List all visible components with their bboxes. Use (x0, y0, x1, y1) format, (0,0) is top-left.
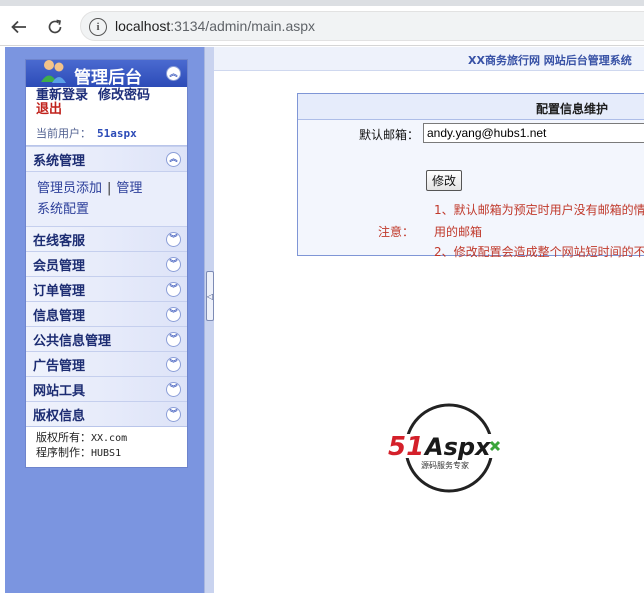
chevron-down-icon[interactable]: ︾ (166, 281, 181, 297)
svg-text:51: 51 (388, 432, 424, 462)
section-system[interactable]: 系统管理 ︽ (26, 146, 187, 171)
reload-icon (48, 19, 62, 34)
chevron-down-icon[interactable]: ︾ (166, 381, 181, 397)
section-label: 系统管理 (33, 153, 86, 169)
section-label: 公共信息管理 (33, 333, 112, 349)
frame-splitter[interactable]: ◁ (204, 47, 214, 593)
system-config-link[interactable]: 系统配置 (37, 202, 89, 217)
current-user-name: 51aspx (97, 127, 137, 140)
chevron-down-icon[interactable]: ︾ (166, 231, 181, 247)
chevron-down-icon[interactable]: ︾ (166, 356, 181, 372)
copyright-box: 版权所有：XX.com 程序制作：HUBS1 (26, 426, 187, 467)
url-host: localhost (115, 18, 171, 34)
section-info[interactable]: 信息管理 ︾ (26, 301, 187, 326)
back-button[interactable] (6, 14, 32, 40)
collapse-sidebar-handle[interactable]: ◁ (206, 271, 214, 321)
section-public-info[interactable]: 公共信息管理 ︾ (26, 326, 187, 351)
copyright-owner: XX.com (91, 433, 128, 444)
svg-text:源码服务专家: 源码服务专家 (421, 460, 469, 470)
section-members[interactable]: 会员管理 ︾ (26, 251, 187, 276)
copyright-maker: HUBS1 (91, 448, 122, 459)
chevron-down-icon[interactable]: ︾ (166, 406, 181, 422)
section-ads[interactable]: 广告管理 ︾ (26, 351, 187, 376)
default-email-input[interactable] (423, 123, 644, 143)
51aspx-logo: 51 Aspx 源码服务专家 (387, 403, 513, 493)
main-frame: XX商务旅行网 网站后台管理系统 配置信息维护 默认邮箱： 修改 注意： 1、默… (214, 47, 644, 593)
change-password-link[interactable]: 修改密码 (98, 88, 150, 103)
browser-toolbar: i localhost:3134/admin/main.aspx (0, 6, 644, 46)
section-orders[interactable]: 订单管理 ︾ (26, 276, 187, 301)
chevron-down-icon[interactable]: ︾ (166, 306, 181, 322)
admin-add-link[interactable]: 管理员添加 (37, 181, 102, 196)
note-label: 注意： (378, 225, 415, 239)
section-label: 广告管理 (33, 358, 86, 374)
config-form: 默认邮箱： 修改 注意： 1、默认邮箱为预定时用户没有邮箱的情 用的邮箱 2、修… (298, 120, 644, 259)
chevron-down-icon[interactable]: ︾ (166, 331, 181, 347)
site-info-icon[interactable]: i (89, 18, 107, 36)
link-separator: | (107, 181, 112, 196)
section-label: 版权信息 (33, 408, 86, 424)
section-label: 会员管理 (33, 258, 86, 274)
reload-button[interactable] (42, 14, 68, 40)
note-line: 1、默认邮箱为预定时用户没有邮箱的情 (434, 203, 644, 217)
admin-users-icon (41, 60, 66, 83)
url-path: :3134/admin/main.aspx (170, 18, 316, 34)
user-box: 重新登录 修改密码 退出 当前用户： 51aspx (26, 87, 187, 146)
relogin-link[interactable]: 重新登录 (36, 88, 88, 103)
admin-menu: 管理后台 ︽ 重新登录 修改密码 退出 当前用户： 51aspx 系统管理 ︽ 管理… (25, 59, 188, 468)
menu-header: 管理后台 ︽ (26, 60, 187, 88)
config-panel-header: 配置信息维护 (298, 94, 644, 120)
back-arrow-icon (11, 20, 26, 34)
svg-text:Aspx: Aspx (423, 433, 492, 461)
copyright-maker-label: 程序制作： (36, 446, 91, 459)
section-label: 订单管理 (33, 283, 86, 299)
copyright-owner-label: 版权所有： (36, 431, 91, 444)
section-label: 在线客服 (33, 233, 86, 249)
menu-collapse-icon[interactable]: ︽ (166, 66, 181, 81)
section-copyright[interactable]: 版权信息 ︾ (26, 401, 187, 426)
note-line: 用的邮箱 (434, 225, 483, 239)
section-label: 网站工具 (33, 383, 86, 399)
page-content: 管理后台 ︽ 重新登录 修改密码 退出 当前用户： 51aspx 系统管理 ︽ 管理… (0, 47, 644, 593)
section-online-service[interactable]: 在线客服 ︾ (26, 226, 187, 251)
section-site-tools[interactable]: 网站工具 ︾ (26, 376, 187, 401)
config-panel-title: 配置信息维护 (536, 102, 609, 116)
chevron-down-icon[interactable]: ︾ (166, 256, 181, 272)
main-header: XX商务旅行网 网站后台管理系统 (214, 47, 644, 71)
sidebar-frame: 管理后台 ︽ 重新登录 修改密码 退出 当前用户： 51aspx 系统管理 ︽ 管理… (5, 47, 204, 593)
system-title: XX商务旅行网 网站后台管理系统 (468, 54, 632, 67)
config-panel: 配置信息维护 默认邮箱： 修改 注意： 1、默认邮箱为预定时用户没有邮箱的情 用… (297, 93, 644, 259)
logout-link[interactable]: 退出 (36, 102, 62, 117)
section-system-links: 管理员添加 | 管理 系统配置 (26, 171, 187, 226)
current-user: 当前用户： 51aspx (36, 125, 179, 141)
menu-title: 管理后台 (74, 68, 142, 88)
address-bar[interactable]: i localhost:3134/admin/main.aspx (80, 11, 644, 41)
chevron-up-icon[interactable]: ︽ (166, 151, 181, 167)
section-label: 信息管理 (33, 308, 86, 324)
email-label: 默认邮箱： (359, 128, 420, 142)
note-line: 2、修改配置会造成整个网站短时间的不 (434, 245, 644, 259)
admin-manage-link[interactable]: 管理 (116, 181, 142, 196)
modify-button[interactable]: 修改 (426, 170, 462, 191)
current-user-label: 当前用户： (36, 127, 91, 140)
